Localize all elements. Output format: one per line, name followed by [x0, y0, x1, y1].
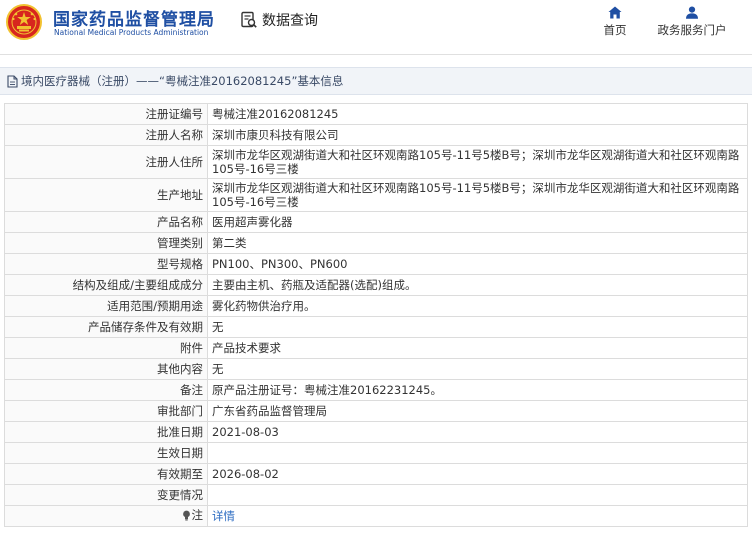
table-row: 批准日期 2021-08-03	[4, 421, 748, 443]
table-row: 产品储存条件及有效期 无	[4, 316, 748, 338]
row-value: 详情	[207, 505, 748, 527]
row-value: 产品技术要求	[207, 337, 748, 359]
row-label: 注册人名称	[4, 124, 208, 146]
nav-services-label: 政务服务门户	[657, 23, 727, 37]
header-divider	[0, 54, 752, 55]
row-label: 有效期至	[4, 463, 208, 485]
row-label: 备注	[4, 379, 208, 401]
table-row: 适用范围/预期用途 雾化药物供治疗用。	[4, 295, 748, 317]
lightbulb-icon	[182, 510, 190, 521]
row-value	[207, 442, 748, 464]
site-header: 国家药品监督管理局 National Medical Products Admi…	[0, 0, 752, 52]
row-label: 变更情况	[4, 484, 208, 506]
table-row: 生效日期	[4, 442, 748, 464]
table-row: 注册证编号 粤械注准20162081245	[4, 103, 748, 125]
row-label: 适用范围/预期用途	[4, 295, 208, 317]
site-name-cn: 国家药品监督管理局	[53, 10, 215, 30]
national-emblem-icon	[6, 4, 42, 40]
row-label: 审批部门	[4, 400, 208, 422]
row-value: 主要由主机、药瓶及适配器(选配)组成。	[207, 274, 748, 296]
data-query-label: 数据查询	[262, 13, 318, 29]
row-value: 广东省药品监督管理局	[207, 400, 748, 422]
row-label: 产品储存条件及有效期	[4, 316, 208, 338]
row-value: PN100、PN300、PN600	[207, 253, 748, 275]
document-icon	[7, 74, 18, 88]
row-label: 附件	[4, 337, 208, 359]
user-icon	[686, 6, 698, 19]
row-label: 注册证编号	[4, 103, 208, 125]
table-row: 注 详情	[4, 505, 748, 527]
nav-services[interactable]: 政务服务门户	[654, 6, 730, 38]
table-row: 备注 原产品注册证号：粤械注准20162231245。	[4, 379, 748, 401]
row-value: 深圳市康贝科技有限公司	[207, 124, 748, 146]
row-label: 批准日期	[4, 421, 208, 443]
row-label: 型号规格	[4, 253, 208, 275]
nav-home[interactable]: 首页	[600, 6, 630, 38]
row-label: 结构及组成/主要组成成分	[4, 274, 208, 296]
row-label: 其他内容	[4, 358, 208, 380]
note-label-text: 注	[191, 508, 204, 523]
table-row: 附件 产品技术要求	[4, 337, 748, 359]
table-row: 注册人名称 深圳市康贝科技有限公司	[4, 124, 748, 146]
row-value: 医用超声雾化器	[207, 211, 748, 233]
table-row: 管理类别 第二类	[4, 232, 748, 254]
details-link[interactable]: 详情	[212, 509, 235, 523]
table-row: 注册人住所 深圳市龙华区观湖街道大和社区环观南路105号-11号5楼B号；深圳市…	[4, 145, 748, 179]
breadcrumb-text: 境内医疗器械（注册）——“粤械注准20162081245”基本信息	[21, 74, 344, 88]
table-row: 变更情况	[4, 484, 748, 506]
row-value: 深圳市龙华区观湖街道大和社区环观南路105号-11号5楼B号；深圳市龙华区观湖街…	[207, 145, 748, 179]
row-label: 生效日期	[4, 442, 208, 464]
home-icon	[608, 6, 622, 19]
row-value: 粤械注准20162081245	[207, 103, 748, 125]
row-label: 注册人住所	[4, 145, 208, 179]
table-row: 其他内容 无	[4, 358, 748, 380]
note-label: 注	[4, 505, 208, 527]
table-row: 有效期至 2026-08-02	[4, 463, 748, 485]
data-query-link[interactable]: 数据查询	[240, 10, 318, 30]
row-value: 深圳市龙华区观湖街道大和社区环观南路105号-11号5楼B号；深圳市龙华区观湖街…	[207, 178, 748, 212]
nav-home-label: 首页	[603, 23, 627, 37]
row-value: 无	[207, 358, 748, 380]
table-row: 审批部门 广东省药品监督管理局	[4, 400, 748, 422]
table-row: 结构及组成/主要组成成分 主要由主机、药瓶及适配器(选配)组成。	[4, 274, 748, 296]
row-value: 第二类	[207, 232, 748, 254]
site-name-en: National Medical Products Administration	[54, 28, 209, 37]
row-label: 产品名称	[4, 211, 208, 233]
row-label: 管理类别	[4, 232, 208, 254]
row-label: 生产地址	[4, 178, 208, 212]
row-value: 雾化药物供治疗用。	[207, 295, 748, 317]
table-row: 产品名称 医用超声雾化器	[4, 211, 748, 233]
row-value: 原产品注册证号：粤械注准20162231245。	[207, 379, 748, 401]
row-value: 无	[207, 316, 748, 338]
table-row: 型号规格 PN100、PN300、PN600	[4, 253, 748, 275]
breadcrumb: 境内医疗器械（注册）——“粤械注准20162081245”基本信息	[0, 67, 752, 95]
registration-detail-table: 注册证编号 粤械注准20162081245 注册人名称 深圳市康贝科技有限公司 …	[4, 103, 748, 527]
row-value: 2026-08-02	[207, 463, 748, 485]
row-value	[207, 484, 748, 506]
search-document-icon	[241, 11, 257, 28]
table-row: 生产地址 深圳市龙华区观湖街道大和社区环观南路105号-11号5楼B号；深圳市龙…	[4, 178, 748, 212]
row-value: 2021-08-03	[207, 421, 748, 443]
